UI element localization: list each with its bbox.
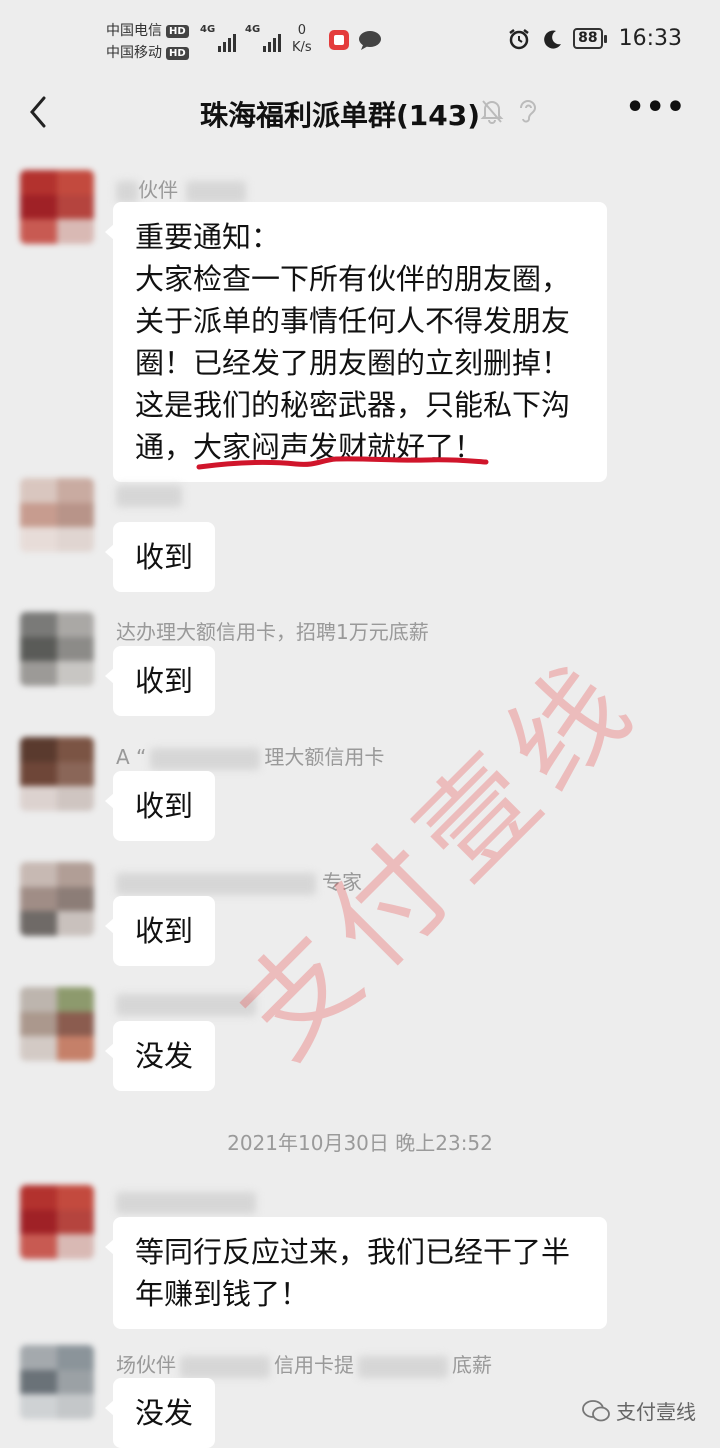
sender-name: A “理大额信用卡 — [116, 745, 385, 770]
message-icon — [359, 31, 381, 50]
hd-badge: HD — [166, 46, 189, 60]
avatar[interactable] — [20, 862, 94, 936]
message-bubble[interactable]: 收到 — [104, 646, 216, 716]
highlight-underline — [196, 456, 489, 470]
signal-icon: 4G — [245, 24, 282, 52]
moon-icon — [544, 30, 562, 49]
app-notification-icon — [329, 30, 349, 50]
carrier-1: 中国电信 — [106, 23, 162, 39]
chat-header: 珠海福利派单群(143) ••• — [0, 80, 720, 146]
message-bubble[interactable]: 收到 — [104, 522, 216, 592]
sender-name: 达办理大额信用卡，招聘1万元底薪 — [116, 620, 429, 644]
wechat-icon — [582, 1399, 610, 1421]
avatar[interactable] — [20, 1185, 94, 1259]
title-icons — [480, 98, 538, 124]
avatar[interactable] — [20, 1345, 94, 1419]
hd-badge: HD — [166, 24, 189, 38]
ear-icon — [520, 100, 537, 123]
sender-name: 伙伴 — [116, 174, 246, 203]
message-bubble[interactable]: 收到 — [104, 771, 216, 841]
sender-name: 场伙伴 信用卡提 底薪 — [116, 1353, 492, 1378]
sender-name: 专家 — [116, 866, 362, 895]
network-type-1: 4G — [200, 24, 216, 35]
alarm-icon — [509, 28, 529, 49]
message-timestamp: 2021年10月30日 晚上23:52 — [227, 1131, 493, 1155]
sender-name — [116, 482, 182, 507]
network-speed: 0 K/s — [292, 23, 312, 55]
message-bubble[interactable]: 没发 — [104, 1378, 216, 1448]
chat-title: 珠海福利派单群(143) — [199, 99, 481, 132]
watermark: 支付壹线 — [214, 633, 664, 1083]
message-bubble[interactable]: 没发 — [104, 1021, 216, 1091]
sender-name — [116, 991, 256, 1016]
avatar[interactable] — [20, 737, 94, 811]
sender-name — [116, 1189, 256, 1214]
network-type-2: 4G — [245, 24, 261, 35]
signal-icon: 4G — [200, 24, 237, 52]
mute-bell-icon — [480, 100, 504, 124]
account-mark: 支付壹线 — [582, 1396, 696, 1425]
battery-icon: 88 — [573, 28, 608, 49]
message-bubble[interactable]: 收到 — [104, 896, 216, 966]
avatar[interactable] — [20, 170, 94, 244]
status-bar: 中国电信 HD 中国移动 HD 4G 4G 0 K/s 88 16:33 — [0, 0, 720, 80]
message-bubble[interactable]: 重要通知： 大家检查一下所有伙伴的朋友圈， 关于派单的事情任何人不得发朋友 圈！… — [105, 202, 607, 482]
carrier-2: 中国移动 — [106, 45, 162, 61]
avatar[interactable] — [20, 478, 94, 552]
avatar[interactable] — [20, 987, 94, 1061]
more-options-icon[interactable]: ••• — [625, 93, 686, 123]
carrier-info: 中国电信 HD 中国移动 HD — [106, 20, 189, 64]
message-bubble[interactable]: 等同行反应过来，我们已经干了半 年赚到钱了！ — [105, 1217, 607, 1329]
clock: 16:33 — [618, 26, 682, 51]
status-icons: 88 16:33 — [507, 26, 682, 51]
avatar[interactable] — [20, 612, 94, 686]
